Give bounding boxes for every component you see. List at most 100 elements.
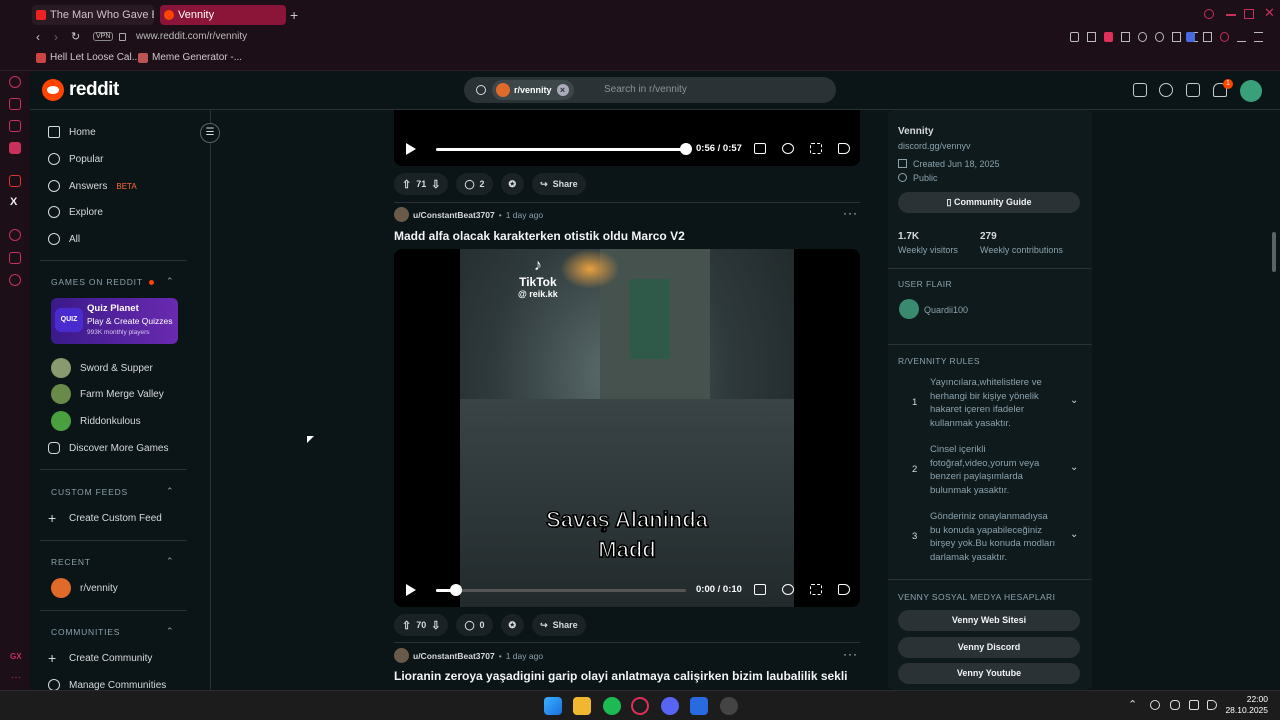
game-item[interactable]: Sword & Supper — [51, 357, 153, 379]
search-input[interactable]: Search in r/vennity — [604, 84, 687, 95]
social-link-button[interactable]: Venny Youtube — [898, 663, 1080, 684]
opera-gx-icon[interactable] — [631, 697, 649, 715]
manage-communities[interactable]: Manage Communities — [48, 674, 166, 690]
search-scope-chip[interactable]: r/vennity × — [492, 80, 574, 100]
community-link[interactable]: discord.gg/vennyv — [898, 141, 971, 151]
download-icon[interactable] — [1172, 32, 1181, 42]
chevron-up-icon[interactable]: ⌃ — [166, 486, 174, 497]
sidebar-app-icon[interactable] — [9, 142, 21, 154]
nav-explore[interactable]: Explore — [48, 201, 103, 223]
settings-icon[interactable] — [9, 274, 21, 286]
ai-icon[interactable] — [1186, 32, 1195, 42]
profile-icon[interactable] — [1220, 32, 1229, 42]
social-link-button[interactable]: Venny Discord — [898, 637, 1080, 658]
sidebar-app-icon[interactable] — [9, 76, 21, 88]
downvote-icon[interactable]: ⇩ — [431, 619, 440, 632]
rule-item[interactable]: 3 Gönderiniz onaylanmadıysa bu konuda ya… — [898, 510, 1082, 564]
instagram-icon[interactable] — [9, 175, 21, 187]
discord-icon[interactable] — [661, 697, 679, 715]
games-section-header[interactable]: GAMES ON REDDIT — [51, 277, 154, 287]
volume-icon[interactable] — [1207, 700, 1217, 710]
translate-icon[interactable] — [1121, 32, 1130, 42]
nav-answers[interactable]: Answers BETA — [48, 175, 137, 197]
avatar[interactable] — [1240, 80, 1262, 102]
recent-item[interactable]: r/vennity — [51, 577, 118, 599]
search-bar[interactable]: r/vennity × Search in r/vennity — [464, 77, 836, 103]
rule-item[interactable]: 1 Yayıncılara,whitelistlere ve herhangi … — [898, 376, 1082, 430]
close-icon[interactable]: ✕ — [1264, 5, 1275, 21]
author-avatar[interactable] — [394, 648, 409, 663]
game-item[interactable]: Farm Merge Valley — [51, 383, 164, 405]
discover-games[interactable]: Discover More Games — [48, 437, 168, 459]
search-tabs-icon[interactable] — [1204, 9, 1214, 19]
game-item[interactable]: Riddonkulous — [51, 410, 141, 432]
pin-icon[interactable] — [1070, 32, 1079, 42]
flair-avatar[interactable] — [899, 299, 919, 319]
clear-scope-icon[interactable]: × — [556, 84, 569, 96]
post-title[interactable]: Madd alfa olacak karakterken otistik old… — [394, 229, 685, 243]
post-author[interactable]: u/ConstantBeat3707 — [413, 210, 495, 220]
recent-header[interactable]: RECENT — [51, 557, 91, 567]
tab-youtube[interactable]: The Man Who Gave Every — [32, 5, 154, 25]
reddit-logo[interactable]: reddit — [42, 79, 119, 101]
chevron-up-icon[interactable]: ⌃ — [1128, 698, 1137, 711]
puzzle-icon[interactable] — [1203, 32, 1212, 42]
nav-home[interactable]: Home — [48, 121, 96, 143]
progress-handle[interactable] — [680, 143, 692, 155]
menu-icon[interactable] — [1254, 32, 1263, 42]
communities-header[interactable]: COMMUNITIES — [51, 627, 120, 637]
gx-icon[interactable]: GX — [10, 652, 22, 661]
custom-feeds-header[interactable]: CUSTOM FEEDS — [51, 487, 128, 497]
comments-button[interactable]: ◯ 0 — [456, 614, 493, 636]
chevron-down-icon[interactable]: ⌄ — [1070, 395, 1078, 406]
volume-icon[interactable] — [838, 584, 850, 595]
play-icon[interactable] — [406, 584, 416, 596]
play-icon[interactable] — [406, 143, 416, 155]
history-icon[interactable] — [9, 229, 21, 241]
chevron-down-icon[interactable]: ⌄ — [1070, 462, 1078, 473]
shield-icon[interactable] — [1104, 32, 1113, 42]
fullscreen-icon[interactable] — [810, 584, 822, 595]
captions-icon[interactable] — [754, 584, 766, 595]
back-icon[interactable]: ‹ — [36, 30, 40, 44]
tab-vennity[interactable]: Vennity — [160, 5, 286, 25]
vpn-badge[interactable]: VPN — [93, 32, 114, 41]
author-avatar[interactable] — [394, 207, 409, 222]
post-menu-icon[interactable]: ··· — [843, 647, 858, 661]
chat-icon[interactable] — [1159, 83, 1173, 97]
featured-game-card[interactable]: QUIZ Quiz Planet Play & Create Quizzes 9… — [51, 298, 178, 344]
steam-icon[interactable] — [720, 697, 738, 715]
flair-username[interactable]: Quardii100 — [924, 305, 968, 315]
nav-popular[interactable]: Popular — [48, 148, 103, 170]
downvote-icon[interactable]: ⇩ — [431, 178, 440, 191]
sidebar-app-icon[interactable] — [9, 98, 21, 110]
video-player[interactable]: 0:56 / 0:57 — [394, 110, 860, 166]
post-menu-icon[interactable]: ··· — [843, 206, 858, 220]
bookmark-item[interactable]: Hell Let Loose Cal... — [36, 52, 140, 63]
post-author[interactable]: u/ConstantBeat3707 — [413, 651, 495, 661]
network-icon[interactable] — [1189, 700, 1199, 710]
sync-icon[interactable] — [1150, 700, 1160, 710]
create-post-icon[interactable] — [1186, 83, 1200, 97]
snapshot-icon[interactable] — [1087, 32, 1096, 42]
settings-icon[interactable] — [782, 584, 794, 595]
rule-item[interactable]: 2 Cinsel içerikli fotoğraf,video,yorum v… — [898, 443, 1082, 497]
more-icon[interactable]: ··· — [11, 672, 21, 683]
share-button[interactable]: ↪ Share — [532, 173, 586, 195]
url-field[interactable]: www.reddit.com/r/vennity — [136, 31, 247, 42]
upvote-icon[interactable]: ⇧ — [402, 619, 411, 632]
system-clock[interactable]: 22:00 28.10.2025 — [1220, 694, 1268, 716]
progress-track[interactable] — [436, 589, 686, 592]
create-custom-feed[interactable]: + Create Custom Feed — [48, 507, 162, 529]
start-icon[interactable] — [544, 697, 562, 715]
chevron-up-icon[interactable]: ⌃ — [166, 626, 174, 637]
download-icon[interactable] — [1237, 32, 1246, 42]
sidebar-app-icon[interactable] — [9, 252, 21, 264]
bookmark-item[interactable]: Meme Generator -... — [138, 52, 242, 63]
advertise-icon[interactable] — [1133, 83, 1147, 97]
new-tab-button[interactable]: + — [290, 7, 298, 23]
fullscreen-icon[interactable] — [810, 143, 822, 154]
scrollbar[interactable] — [1272, 232, 1276, 272]
video-player[interactable]: ♪ TikTok @ reik.kk Savaş Alaninda Madd 0… — [394, 249, 860, 607]
award-button[interactable]: ✪ — [500, 614, 525, 636]
